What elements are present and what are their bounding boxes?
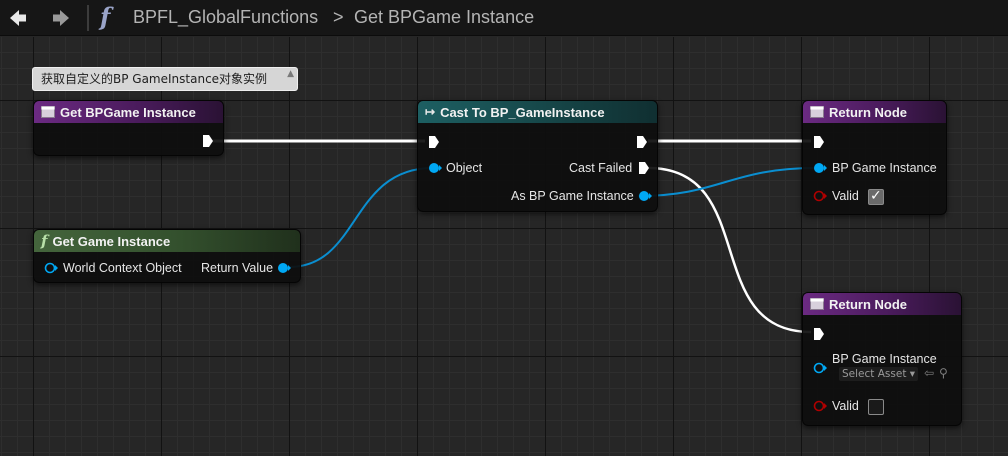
pin-label: Valid xyxy=(832,399,859,413)
cast-failed-pin[interactable]: Cast Failed xyxy=(569,161,650,175)
node-title: Return Node xyxy=(829,296,907,312)
object-pin-icon xyxy=(638,191,652,201)
pin-comment-icon[interactable]: ▲ xyxy=(287,70,294,79)
valid-input-pin[interactable]: Valid xyxy=(813,399,859,413)
node-header: Get BPGame Instance xyxy=(34,101,223,123)
select-asset-label: Select Asset xyxy=(842,368,907,380)
pin-label: World Context Object xyxy=(63,261,182,275)
arrow-right-icon xyxy=(53,10,69,26)
node-header: Return Node xyxy=(803,101,946,123)
world-context-object-pin[interactable]: World Context Object xyxy=(44,261,182,275)
exec-out-pin[interactable] xyxy=(202,134,214,148)
valid-checkbox[interactable]: ✓ xyxy=(868,188,884,205)
select-asset-dropdown[interactable]: Select Asset ▾ xyxy=(839,367,919,381)
use-selected-asset-icon[interactable]: ⇦ xyxy=(924,367,934,379)
arrow-left-icon xyxy=(10,10,26,26)
node-title: Get BPGame Instance xyxy=(60,104,196,120)
function-icon: f xyxy=(41,231,48,250)
cast-icon: ↦ xyxy=(425,105,436,119)
object-pin-icon xyxy=(814,163,827,173)
exec-pin-icon xyxy=(814,328,824,340)
pin-label: Object xyxy=(446,161,483,175)
node-header: ↦ Cast To BP_GameInstance xyxy=(418,101,657,123)
exec-pin-icon xyxy=(637,136,647,148)
valid-checkbox[interactable] xyxy=(868,399,884,415)
browse-asset-icon[interactable]: ⚲ xyxy=(939,367,948,379)
exec-pin-icon xyxy=(429,136,439,148)
pin-label: Valid xyxy=(832,189,859,203)
bp-game-instance-input-pin[interactable]: BP Game Instance xyxy=(813,161,937,175)
bool-pin-icon xyxy=(813,190,827,202)
breadcrumb-root[interactable]: BPFL_GlobalFunctions xyxy=(133,7,318,28)
toolbar-divider xyxy=(87,5,89,31)
return-value-pin[interactable]: Return Value xyxy=(201,261,292,275)
return-node-icon xyxy=(810,106,824,118)
pin-label: As BP Game Instance xyxy=(511,189,634,203)
exec-pin-icon xyxy=(639,162,650,174)
pin-label: BP Game Instance xyxy=(832,352,937,366)
exec-wire-cast-failed-to-return-failed xyxy=(647,166,812,334)
node-title: Get Game Instance xyxy=(52,233,171,249)
get-game-instance-node[interactable]: f Get Game Instance World Context Object… xyxy=(33,229,301,283)
function-entry-node[interactable]: Get BPGame Instance xyxy=(33,100,224,156)
graph-toolbar: f BPFL_GlobalFunctions > Get BPGame Inst… xyxy=(0,0,1008,36)
bp-game-instance-label-row: BP Game Instance xyxy=(832,352,937,366)
forward-button[interactable] xyxy=(49,6,73,30)
exec-out-pin[interactable] xyxy=(636,135,648,149)
exec-in-pin[interactable] xyxy=(428,135,440,149)
exec-pin-icon xyxy=(203,135,213,147)
checkmark-icon: ✓ xyxy=(870,188,882,204)
bool-pin-icon xyxy=(813,400,827,412)
return-node-icon xyxy=(810,298,824,310)
node-header: Return Node xyxy=(803,293,961,315)
exec-in-pin[interactable] xyxy=(813,135,825,149)
data-wire-return-value-to-object xyxy=(288,167,434,268)
cast-node[interactable]: ↦ Cast To BP_GameInstance Object Cast Fa… xyxy=(417,100,658,212)
comment-bubble[interactable]: 获取自定义的BP GameInstance对象实例 ▲ xyxy=(32,67,298,91)
pin-label: BP Game Instance xyxy=(832,161,937,175)
back-button[interactable] xyxy=(6,6,30,30)
return-node-success[interactable]: Return Node BP Game Instance Valid ✓ xyxy=(802,100,947,215)
object-pin-icon xyxy=(278,263,292,273)
breadcrumb-current: Get BPGame Instance xyxy=(354,7,535,27)
chevron-down-icon: ▾ xyxy=(909,368,916,380)
data-wire-as-bp-to-bp-game-instance xyxy=(637,167,817,197)
comment-text: 获取自定义的BP GameInstance对象实例 xyxy=(41,72,268,86)
object-pin-icon xyxy=(429,163,442,173)
valid-input-pin[interactable]: Valid xyxy=(813,189,859,203)
node-title: Cast To BP_GameInstance xyxy=(440,104,605,120)
pin-label: Cast Failed xyxy=(569,161,633,175)
bp-game-instance-input-pin[interactable] xyxy=(813,362,827,374)
blueprint-graph-canvas[interactable]: Get BPGame Instance 获取自定义的BP GameInstanc… xyxy=(0,37,1008,456)
object-pin-outline-icon xyxy=(813,362,827,374)
pin-label: Return Value xyxy=(201,261,274,275)
exec-pin-icon xyxy=(814,136,824,148)
function-entry-icon xyxy=(41,106,55,118)
exec-in-pin[interactable] xyxy=(813,327,825,341)
node-title: Return Node xyxy=(829,104,907,120)
breadcrumb-separator: > xyxy=(333,7,344,27)
node-header: f Get Game Instance xyxy=(34,230,300,252)
as-bp-game-instance-pin[interactable]: As BP Game Instance xyxy=(511,189,652,203)
object-input-pin[interactable]: Object xyxy=(428,161,482,175)
return-node-failed[interactable]: Return Node BP Game Instance Select Asse… xyxy=(802,292,962,426)
object-pin-outline-icon xyxy=(44,262,58,274)
function-f-icon: f xyxy=(100,2,111,31)
